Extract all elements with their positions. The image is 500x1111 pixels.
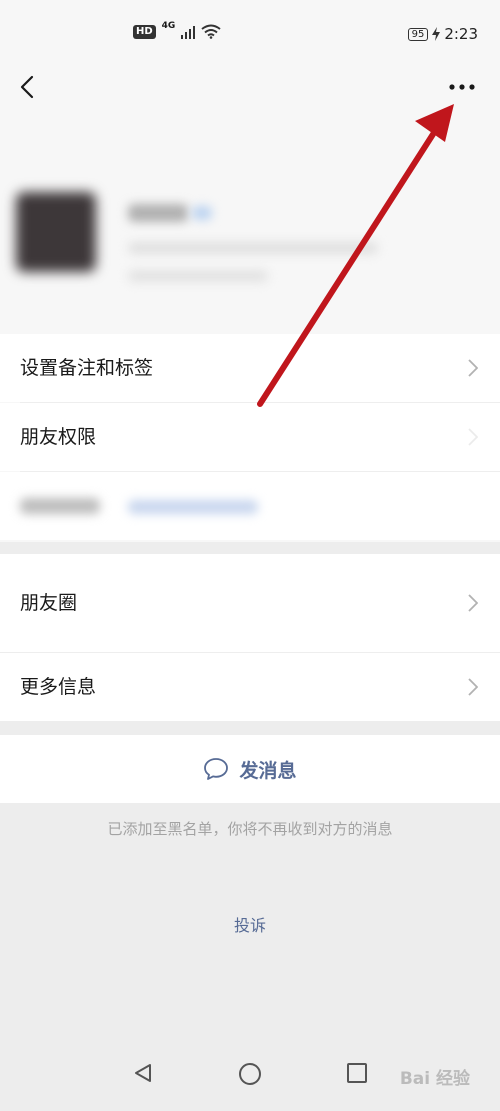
chevron-left-icon	[20, 75, 34, 99]
blacklist-notice: 已添加至黑名单，你将不再收到对方的消息	[107, 820, 393, 838]
home-circle-icon[interactable]	[238, 1062, 262, 1086]
baidu-watermark: Bai 经验	[399, 1069, 470, 1089]
back-button[interactable]	[12, 72, 42, 102]
wifi-icon	[201, 24, 221, 39]
more-dots-icon	[449, 84, 475, 90]
section-gap	[0, 721, 500, 735]
chevron-right-icon	[468, 678, 478, 696]
avatar[interactable]	[16, 192, 96, 272]
blurred-row-label	[20, 498, 100, 514]
remark-tags-label: 设置备注和标签	[20, 357, 154, 379]
hd-badge: HD	[133, 24, 156, 39]
remark-tags-row[interactable]: 设置备注和标签	[0, 334, 500, 402]
charging-icon	[432, 27, 441, 41]
section-gap	[0, 542, 500, 554]
more-info-row[interactable]: 更多信息	[0, 653, 500, 721]
status-bar: HD 4G 95 2:23	[0, 20, 500, 52]
send-message-label: 发消息	[239, 759, 297, 782]
recents-square-icon[interactable]	[346, 1062, 368, 1084]
profile-card	[0, 160, 500, 320]
send-message-button[interactable]: 发消息	[0, 735, 500, 803]
blurred-nickname	[128, 204, 188, 222]
clock: 2:23	[444, 25, 478, 43]
friend-permissions-label: 朋友权限	[20, 426, 97, 448]
chevron-right-icon	[468, 594, 478, 612]
blurred-row	[0, 472, 500, 540]
blurred-badge	[192, 206, 212, 220]
blurred-row-value	[128, 500, 258, 514]
signal-icon	[181, 25, 196, 39]
friend-permissions-row[interactable]: 朋友权限	[0, 403, 500, 471]
moments-row[interactable]: 朋友圈	[0, 554, 500, 652]
nav-bar	[0, 64, 500, 110]
chevron-right-icon	[468, 428, 478, 446]
blurred-detail-line	[128, 270, 268, 282]
status-indicators: HD 4G	[133, 20, 221, 39]
chat-bubble-icon	[204, 758, 229, 780]
blurred-detail-line	[128, 242, 378, 254]
complaint-link[interactable]: 投诉	[0, 912, 500, 936]
moments-label: 朋友圈	[20, 592, 78, 614]
chevron-right-icon	[468, 359, 478, 377]
back-triangle-icon[interactable]	[132, 1062, 154, 1084]
status-right: 95 2:23	[407, 25, 478, 43]
battery-icon: 95	[407, 27, 429, 41]
more-info-label: 更多信息	[20, 676, 97, 698]
network-type: 4G	[161, 20, 176, 31]
more-button[interactable]	[444, 72, 480, 102]
